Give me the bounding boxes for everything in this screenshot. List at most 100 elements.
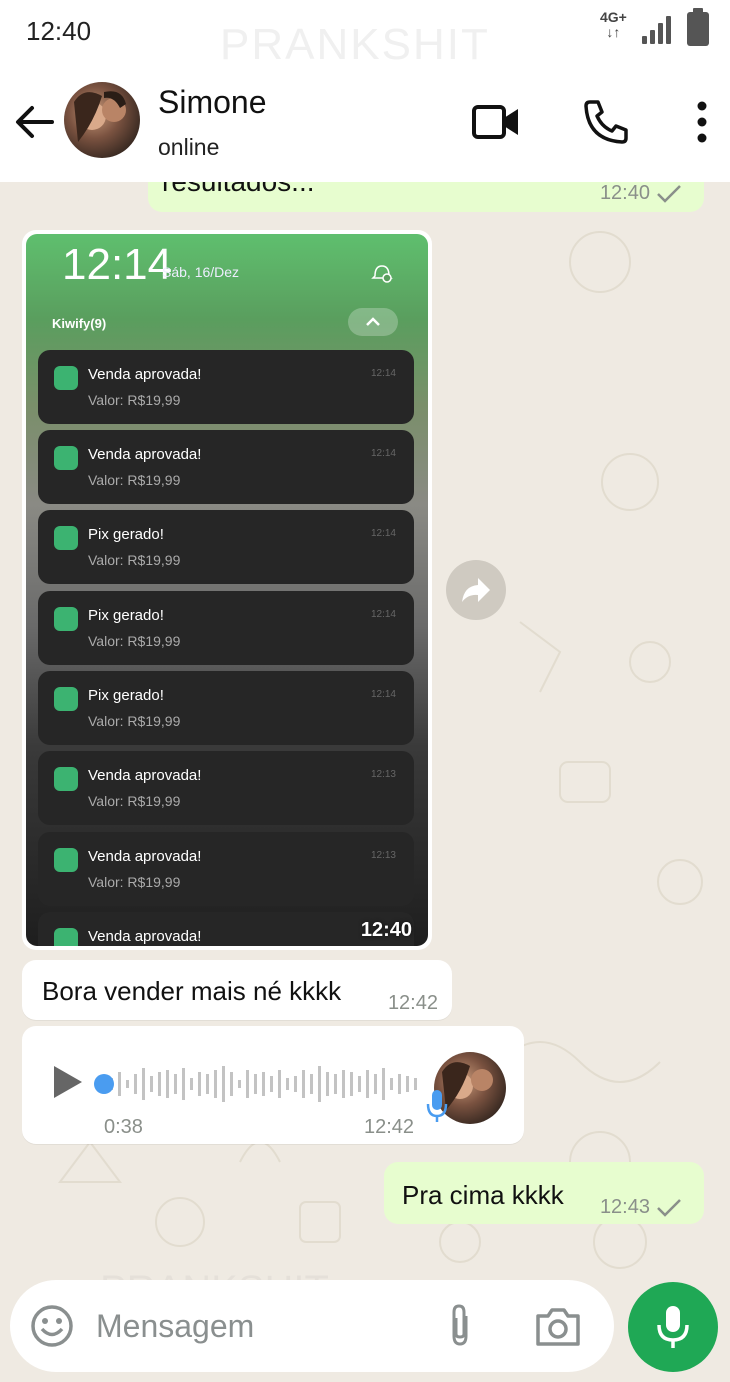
notification-title: Venda aprovada! — [88, 928, 202, 945]
battery-icon — [687, 8, 709, 46]
audio-waveform — [94, 1066, 417, 1102]
notification-body: Valor: R$19,99 — [88, 472, 181, 488]
notification-body: Valor: R$19,99 — [88, 713, 181, 729]
notification-card: Venda aprovada! Valor: R$19,99 12:14 — [38, 350, 414, 424]
notification-card: Pix gerado! Valor: R$19,99 12:14 — [38, 510, 414, 584]
message-meta: 12:42 — [364, 1116, 414, 1139]
paperclip-icon — [452, 1304, 468, 1346]
signal-icon — [642, 14, 674, 44]
notification-body: Valor: R$19,99 — [88, 874, 181, 890]
message-time: 12:43 — [599, 1196, 650, 1218]
message-bubble-outgoing[interactable]: resultados... 12:40 — [148, 182, 704, 212]
microphone-icon — [657, 1306, 689, 1348]
data-arrows-icon: ↓↑ — [606, 24, 621, 40]
single-check-icon — [657, 1198, 681, 1217]
notification-time: 12:13 — [370, 769, 396, 780]
notification-card: Venda aprovada! — [38, 912, 414, 946]
back-button[interactable] — [12, 100, 56, 144]
emoji-button[interactable] — [30, 1304, 74, 1348]
voice-record-button[interactable] — [628, 1282, 718, 1372]
kiwify-app-icon — [54, 767, 78, 791]
status-bar: 12:40 PRANKSHIT 4G+ ↓↑ — [0, 0, 730, 69]
message-text: Bora vender mais né kkkk — [42, 976, 342, 1006]
message-time: 12:42 — [387, 992, 438, 1014]
notification-card: Pix gerado! Valor: R$19,99 12:14 — [38, 591, 414, 665]
chevron-up-icon — [366, 317, 380, 326]
message-bubble-incoming[interactable]: Bora vender mais né kkkk 12:42 — [22, 960, 452, 1020]
notification-body: Valor: R$19,99 — [88, 793, 181, 809]
notification-group-label: Kiwify(9) — [52, 316, 107, 331]
playback-position-dot — [94, 1074, 114, 1094]
network-indicator: 4G+ ↓↑ — [600, 10, 627, 40]
contact-avatar[interactable] — [64, 82, 140, 158]
message-time: 12:42 — [364, 1116, 415, 1138]
more-options-button[interactable] — [676, 96, 728, 148]
notification-title: Venda aprovada! — [88, 848, 202, 865]
single-check-icon — [657, 184, 681, 203]
play-icon — [54, 1066, 82, 1098]
message-time: 12:40 — [360, 919, 412, 941]
kiwify-app-icon — [54, 687, 78, 711]
chat-header: Simone online — [0, 62, 730, 182]
contact-name[interactable]: Simone — [158, 84, 267, 121]
kiwify-app-icon — [54, 446, 78, 470]
notification-body: Valor: R$19,99 — [88, 552, 181, 568]
image-message[interactable]: 12:14 Sáb, 16/Dez Kiwify(9) Venda aprova… — [22, 230, 432, 950]
kiwify-app-icon — [54, 848, 78, 872]
notification-body: Valor: R$19,99 — [88, 633, 181, 649]
notification-title: Venda aprovada! — [88, 366, 202, 383]
video-camera-icon — [472, 105, 518, 139]
notification-title: Pix gerado! — [88, 607, 164, 624]
notification-card: Pix gerado! Valor: R$19,99 12:14 — [38, 671, 414, 745]
screenshot-date: Sáb, 16/Dez — [162, 264, 240, 280]
video-call-button[interactable] — [470, 96, 522, 148]
kiwify-app-icon — [54, 607, 78, 631]
chat-area[interactable]: resultados... 12:40 12:14 Sáb, 16/Dez Ki… — [0, 182, 730, 1280]
settings-icon — [371, 265, 393, 283]
emoji-icon — [31, 1305, 73, 1347]
message-text: resultados... — [162, 182, 315, 198]
shared-screenshot: 12:14 Sáb, 16/Dez Kiwify(9) Venda aprova… — [26, 234, 428, 946]
arrow-left-icon — [16, 106, 54, 138]
attach-button[interactable] — [440, 1302, 480, 1350]
screenshot-clock: 12:14 — [62, 240, 173, 289]
kiwify-app-icon — [54, 928, 78, 946]
message-bubble-outgoing[interactable]: Pra cima kkkk 12:43 — [384, 1162, 704, 1224]
more-vertical-icon — [697, 101, 707, 143]
contact-status: online — [158, 134, 220, 160]
camera-button[interactable] — [534, 1304, 582, 1348]
kiwify-app-icon — [54, 526, 78, 550]
notification-time: 12:14 — [370, 448, 396, 459]
message-meta: 12:40 — [600, 182, 682, 205]
message-time: 12:40 — [599, 182, 650, 204]
notification-title: Pix gerado! — [88, 526, 164, 543]
forward-button[interactable] — [446, 560, 506, 620]
message-composer — [10, 1280, 614, 1372]
forward-arrow-icon — [462, 578, 490, 602]
message-text: Pra cima kkkk — [402, 1180, 564, 1210]
phone-icon — [584, 100, 628, 144]
notification-title: Venda aprovada! — [88, 446, 202, 463]
message-input[interactable] — [96, 1306, 416, 1346]
audio-message[interactable]: 0:38 12:42 — [22, 1026, 524, 1144]
notification-time: 12:14 — [370, 609, 396, 620]
audio-duration: 0:38 — [104, 1116, 143, 1138]
notification-title: Venda aprovada! — [88, 767, 202, 784]
collapse-chip — [348, 308, 398, 336]
notification-card: Venda aprovada! Valor: R$19,99 12:14 — [38, 430, 414, 504]
play-button[interactable] — [50, 1064, 86, 1100]
kiwify-app-icon — [54, 366, 78, 390]
notification-card: Venda aprovada! Valor: R$19,99 12:13 — [38, 832, 414, 906]
avatar-photo — [74, 91, 126, 142]
voice-call-button[interactable] — [580, 96, 632, 148]
network-type: 4G+ — [600, 9, 627, 25]
notification-time: 12:13 — [370, 850, 396, 861]
microphone-icon — [426, 1090, 448, 1122]
notification-time: 12:14 — [370, 528, 396, 539]
camera-icon — [536, 1308, 580, 1346]
notification-title: Pix gerado! — [88, 687, 164, 704]
notification-time: 12:14 — [370, 368, 396, 379]
notification-card: Venda aprovada! Valor: R$19,99 12:13 — [38, 751, 414, 825]
message-meta: 12:42 — [388, 992, 438, 1015]
notification-body: Valor: R$19,99 — [88, 392, 181, 408]
